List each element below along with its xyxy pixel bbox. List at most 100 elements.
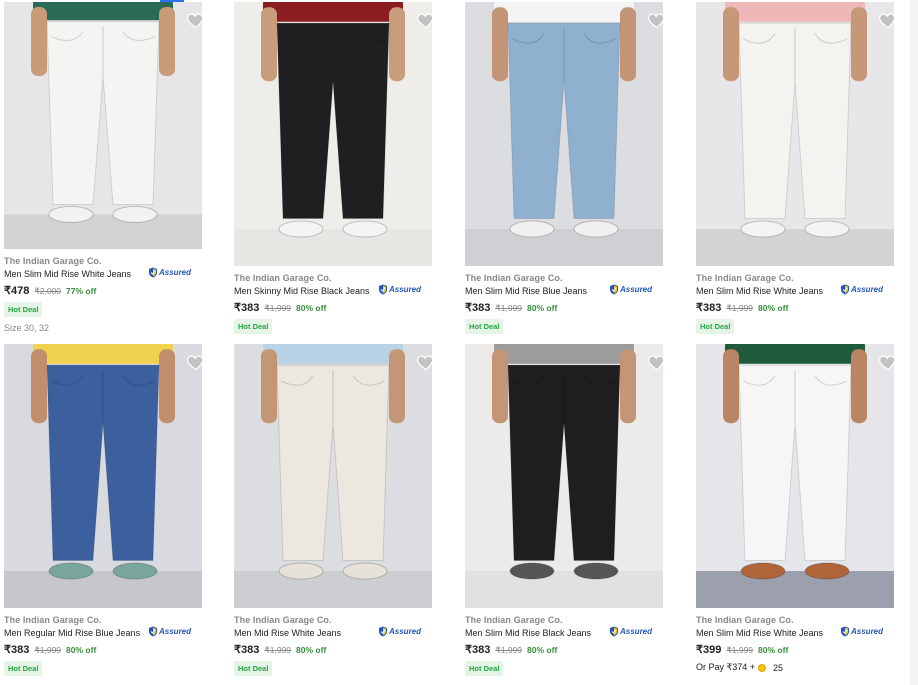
assured-label: Assured	[159, 627, 192, 636]
selling-price: ₹383	[4, 644, 30, 656]
mrp-price: ₹1,999	[34, 645, 62, 655]
brand-name: The Indian Garage Co.	[696, 273, 794, 283]
mrp-price: ₹1,999	[726, 303, 754, 313]
assured-shield-icon	[148, 267, 158, 278]
assured-label: Assured	[620, 285, 653, 294]
assured-shield-icon	[609, 284, 619, 295]
assured-badge: Assured	[840, 284, 883, 295]
assured-badge: Assured	[378, 284, 421, 295]
price-row: ₹399 ₹1,999 80% off	[696, 643, 788, 656]
assured-label: Assured	[620, 627, 653, 636]
product-image[interactable]	[4, 2, 202, 249]
discount-percent: 77% off	[66, 286, 97, 296]
wishlist-heart-icon[interactable]	[186, 352, 206, 372]
mrp-price: ₹1,999	[495, 645, 523, 655]
wishlist-heart-icon[interactable]	[186, 10, 206, 30]
product-image[interactable]	[465, 344, 663, 608]
or-pay-text: Or Pay ₹374 +	[696, 662, 756, 672]
product-title[interactable]: Men Skinny Mid Rise Black Jeans	[234, 286, 370, 296]
brand-name: The Indian Garage Co.	[4, 256, 102, 266]
hot-deal-badge: Hot Deal	[4, 302, 43, 317]
mrp-price: ₹1,999	[264, 645, 292, 655]
assured-shield-icon	[378, 284, 388, 295]
wishlist-heart-icon[interactable]	[878, 10, 898, 30]
assured-shield-icon	[609, 626, 619, 637]
selling-price: ₹478	[4, 285, 30, 297]
price-row: ₹383 ₹1,999 80% off	[4, 643, 96, 656]
hot-deal-badge: Hot Deal	[465, 319, 504, 334]
wishlist-heart-icon[interactable]	[416, 10, 436, 30]
assured-shield-icon	[840, 626, 850, 637]
brand-name: The Indian Garage Co.	[234, 273, 332, 283]
assured-label: Assured	[851, 627, 884, 636]
hot-deal-badge: Hot Deal	[4, 661, 43, 676]
hot-deal-badge: Hot Deal	[696, 319, 735, 334]
selling-price: ₹383	[234, 644, 260, 656]
product-title[interactable]: Men Slim Mid Rise White Jeans	[4, 269, 131, 279]
brand-name: The Indian Garage Co.	[4, 615, 102, 625]
product-title[interactable]: Men Slim Mid Rise White Jeans	[696, 628, 823, 638]
discount-percent: 80% off	[296, 645, 327, 655]
hot-deal-badge: Hot Deal	[234, 661, 273, 676]
product-title[interactable]: Men Slim Mid Rise White Jeans	[696, 286, 823, 296]
assured-badge: Assured	[609, 284, 652, 295]
price-row: ₹478 ₹2,000 77% off	[4, 284, 96, 297]
discount-percent: 80% off	[527, 303, 558, 313]
size-info: Size 30, 32	[4, 323, 50, 333]
product-image[interactable]	[696, 2, 894, 266]
hot-deal-badge: Hot Deal	[465, 661, 504, 676]
discount-percent: 80% off	[527, 645, 558, 655]
price-row: ₹383 ₹1,999 80% off	[234, 301, 326, 314]
selling-price: ₹383	[465, 644, 491, 656]
brand-name: The Indian Garage Co.	[465, 273, 563, 283]
discount-percent: 80% off	[758, 645, 789, 655]
assured-shield-icon	[840, 284, 850, 295]
assured-badge: Assured	[148, 267, 191, 278]
wishlist-heart-icon[interactable]	[647, 10, 667, 30]
product-image[interactable]	[465, 2, 663, 266]
assured-label: Assured	[389, 627, 422, 636]
discount-percent: 80% off	[66, 645, 97, 655]
brand-name: The Indian Garage Co.	[696, 615, 794, 625]
scrollbar[interactable]	[910, 0, 918, 685]
assured-label: Assured	[389, 285, 422, 294]
assured-label: Assured	[851, 285, 884, 294]
discount-percent: 80% off	[296, 303, 327, 313]
product-image[interactable]	[4, 344, 202, 608]
product-image[interactable]	[234, 344, 432, 608]
supercoin-icon	[758, 663, 767, 672]
selling-price: ₹383	[465, 302, 491, 314]
assured-shield-icon	[148, 626, 158, 637]
mrp-price: ₹2,000	[34, 286, 62, 296]
selling-price: ₹383	[696, 302, 722, 314]
mrp-price: ₹1,999	[264, 303, 292, 313]
selling-price: ₹383	[234, 302, 260, 314]
assured-badge: Assured	[378, 626, 421, 637]
assured-label: Assured	[159, 268, 192, 277]
selling-price: ₹399	[696, 644, 722, 656]
product-title[interactable]: Men Regular Mid Rise Blue Jeans	[4, 628, 140, 638]
mrp-price: ₹1,999	[726, 645, 754, 655]
brand-name: The Indian Garage Co.	[234, 615, 332, 625]
wishlist-heart-icon[interactable]	[416, 352, 436, 372]
discount-percent: 80% off	[758, 303, 789, 313]
price-row: ₹383 ₹1,999 80% off	[465, 643, 557, 656]
hot-deal-badge: Hot Deal	[234, 319, 273, 334]
product-image[interactable]	[696, 344, 894, 608]
assured-badge: Assured	[840, 626, 883, 637]
product-title[interactable]: Men Slim Mid Rise Black Jeans	[465, 628, 591, 638]
coin-count: 25	[773, 662, 784, 673]
price-row: ₹383 ₹1,999 80% off	[234, 643, 326, 656]
product-title[interactable]: Men Slim Mid Rise Blue Jeans	[465, 286, 587, 296]
assured-shield-icon	[378, 626, 388, 637]
or-pay-with-coins: Or Pay ₹374 + 25	[696, 662, 783, 673]
product-image[interactable]	[234, 2, 432, 266]
assured-badge: Assured	[609, 626, 652, 637]
wishlist-heart-icon[interactable]	[647, 352, 667, 372]
assured-badge: Assured	[148, 626, 191, 637]
product-title[interactable]: Men Mid Rise White Jeans	[234, 628, 341, 638]
brand-name: The Indian Garage Co.	[465, 615, 563, 625]
wishlist-heart-icon[interactable]	[878, 352, 898, 372]
mrp-price: ₹1,999	[495, 303, 523, 313]
price-row: ₹383 ₹1,999 80% off	[696, 301, 788, 314]
